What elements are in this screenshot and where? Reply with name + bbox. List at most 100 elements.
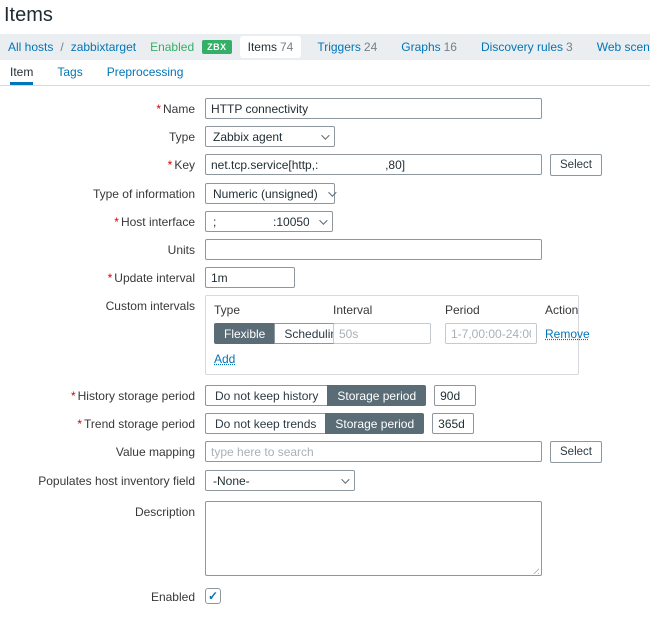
interval-type-toggle: Flexible Scheduling [214, 323, 333, 344]
type-select[interactable]: Zabbix agent [205, 126, 335, 147]
zbx-agent-badge: ZBX [202, 40, 232, 54]
interval-input[interactable] [333, 323, 431, 344]
description-label: Description [135, 505, 195, 519]
type-of-information-select[interactable]: Numeric (unsigned) [205, 183, 335, 204]
nav-discovery-rules[interactable]: Discovery rules3 [473, 36, 581, 58]
host-status-enabled: Enabled [150, 40, 194, 54]
description-textarea[interactable] [205, 501, 542, 576]
nav-graphs[interactable]: Graphs 16 [393, 36, 465, 58]
inventory-field-row: Populates host inventory field -None- [0, 470, 650, 491]
type-of-information-label: Type of information [93, 187, 195, 201]
nav-discovery-rules-count: 3 [566, 40, 573, 54]
history-storage-label: History storage period [78, 389, 195, 403]
required-asterisk: * [114, 215, 119, 229]
remove-link[interactable]: Remove [545, 327, 590, 341]
key-select-button[interactable]: Select [550, 154, 602, 176]
ci-header-interval: Interval [333, 303, 445, 317]
do-not-keep-trends-button[interactable]: Do not keep trends [205, 413, 325, 434]
item-form: *Name Type Zabbix agent *Key Select Type… [0, 86, 650, 618]
host-interface-value: ; :10050 [213, 215, 309, 229]
key-label: Key [174, 158, 195, 172]
flexible-button[interactable]: Flexible [214, 323, 274, 344]
history-storage-toggle: Do not keep history Storage period [205, 385, 426, 406]
trend-storage-toggle: Do not keep trends Storage period [205, 413, 424, 434]
history-storage-value-input[interactable] [434, 385, 476, 406]
nav-triggers-count: 24 [364, 40, 377, 54]
breadcrumb: All hosts / zabbixtarget Enabled ZBX Ite… [0, 34, 650, 60]
inventory-field-value: -None- [213, 474, 250, 488]
trend-storage-period-button[interactable]: Storage period [325, 413, 424, 434]
units-input[interactable] [205, 239, 542, 260]
type-label: Type [169, 130, 195, 144]
nav-graphs-count: 16 [444, 40, 457, 54]
host-interface-select[interactable]: ; :10050 [205, 211, 333, 232]
chevron-down-icon [319, 216, 327, 224]
trend-storage-row: *Trend storage period Do not keep trends… [0, 413, 650, 434]
key-row: *Key Select [0, 154, 650, 176]
required-asterisk: * [77, 417, 82, 431]
ci-header-period: Period [445, 303, 545, 317]
type-of-information-row: Type of information Numeric (unsigned) [0, 183, 650, 204]
name-label: Name [163, 102, 195, 116]
tab-preprocessing[interactable]: Preprocessing [107, 60, 184, 85]
tab-item[interactable]: Item [10, 60, 33, 85]
enabled-checkbox[interactable]: ✓ [205, 588, 221, 604]
check-icon: ✓ [208, 589, 218, 603]
custom-intervals-row: Custom intervals Type Interval Period Ac… [0, 295, 650, 375]
required-asterisk: * [71, 389, 76, 403]
inventory-field-select[interactable]: -None- [205, 470, 355, 491]
description-row: Description [0, 501, 650, 579]
breadcrumb-separator: / [60, 40, 63, 54]
value-mapping-select-button[interactable]: Select [550, 441, 602, 463]
units-row: Units [0, 239, 650, 260]
units-label: Units [168, 243, 195, 257]
key-input[interactable] [205, 154, 542, 175]
required-asterisk: * [156, 102, 161, 116]
custom-intervals-box: Type Interval Period Action Flexible Sch… [205, 295, 579, 375]
do-not-keep-history-button[interactable]: Do not keep history [205, 385, 327, 406]
ci-header-action: Action [545, 303, 590, 317]
type-select-value: Zabbix agent [213, 130, 282, 144]
update-interval-label: Update interval [114, 271, 195, 285]
nav-items-label[interactable]: Items [248, 40, 277, 54]
breadcrumb-all-hosts-link[interactable]: All hosts [8, 40, 53, 54]
value-mapping-label: Value mapping [116, 445, 195, 459]
nav-graphs-label[interactable]: Graphs [401, 40, 440, 54]
enabled-row: Enabled ✓ [0, 586, 650, 604]
host-interface-label: Host interface [121, 215, 195, 229]
name-row: *Name [0, 98, 650, 119]
type-row: Type Zabbix agent [0, 126, 650, 147]
period-input[interactable] [445, 323, 537, 344]
chevron-down-icon [321, 131, 329, 139]
nav-triggers[interactable]: Triggers24 [309, 36, 385, 58]
nav-items-count: 74 [280, 40, 293, 54]
nav-web-scenarios-label[interactable]: Web scenarios [597, 40, 650, 54]
enabled-label: Enabled [151, 590, 195, 604]
tab-bar: Item Tags Preprocessing [0, 60, 650, 86]
history-storage-row: *History storage period Do not keep hist… [0, 385, 650, 406]
chevron-down-icon [341, 475, 349, 483]
trend-storage-value-input[interactable] [432, 413, 474, 434]
trend-storage-label: Trend storage period [84, 417, 195, 431]
tab-tags[interactable]: Tags [57, 60, 82, 85]
history-storage-period-button[interactable]: Storage period [327, 385, 426, 406]
name-input[interactable] [205, 98, 542, 119]
add-link[interactable]: Add [214, 352, 235, 366]
ci-header-type: Type [214, 303, 333, 317]
inventory-field-label: Populates host inventory field [38, 474, 195, 488]
update-interval-row: *Update interval [0, 267, 650, 288]
value-mapping-row: Value mapping Select [0, 441, 650, 463]
breadcrumb-host-link[interactable]: zabbixtarget [71, 40, 136, 54]
nav-discovery-rules-label[interactable]: Discovery rules [481, 40, 563, 54]
value-mapping-input[interactable] [205, 441, 542, 462]
nav-items[interactable]: Items74 [240, 36, 302, 58]
host-interface-row: *Host interface ; :10050 [0, 211, 650, 232]
custom-intervals-label: Custom intervals [106, 299, 195, 313]
type-of-information-value: Numeric (unsigned) [213, 187, 318, 201]
required-asterisk: * [108, 271, 113, 285]
nav-triggers-label[interactable]: Triggers [317, 40, 361, 54]
nav-web-scenarios[interactable]: Web scenarios [589, 36, 650, 58]
update-interval-input[interactable] [205, 267, 295, 288]
required-asterisk: * [168, 158, 173, 172]
chevron-down-icon [328, 188, 336, 196]
